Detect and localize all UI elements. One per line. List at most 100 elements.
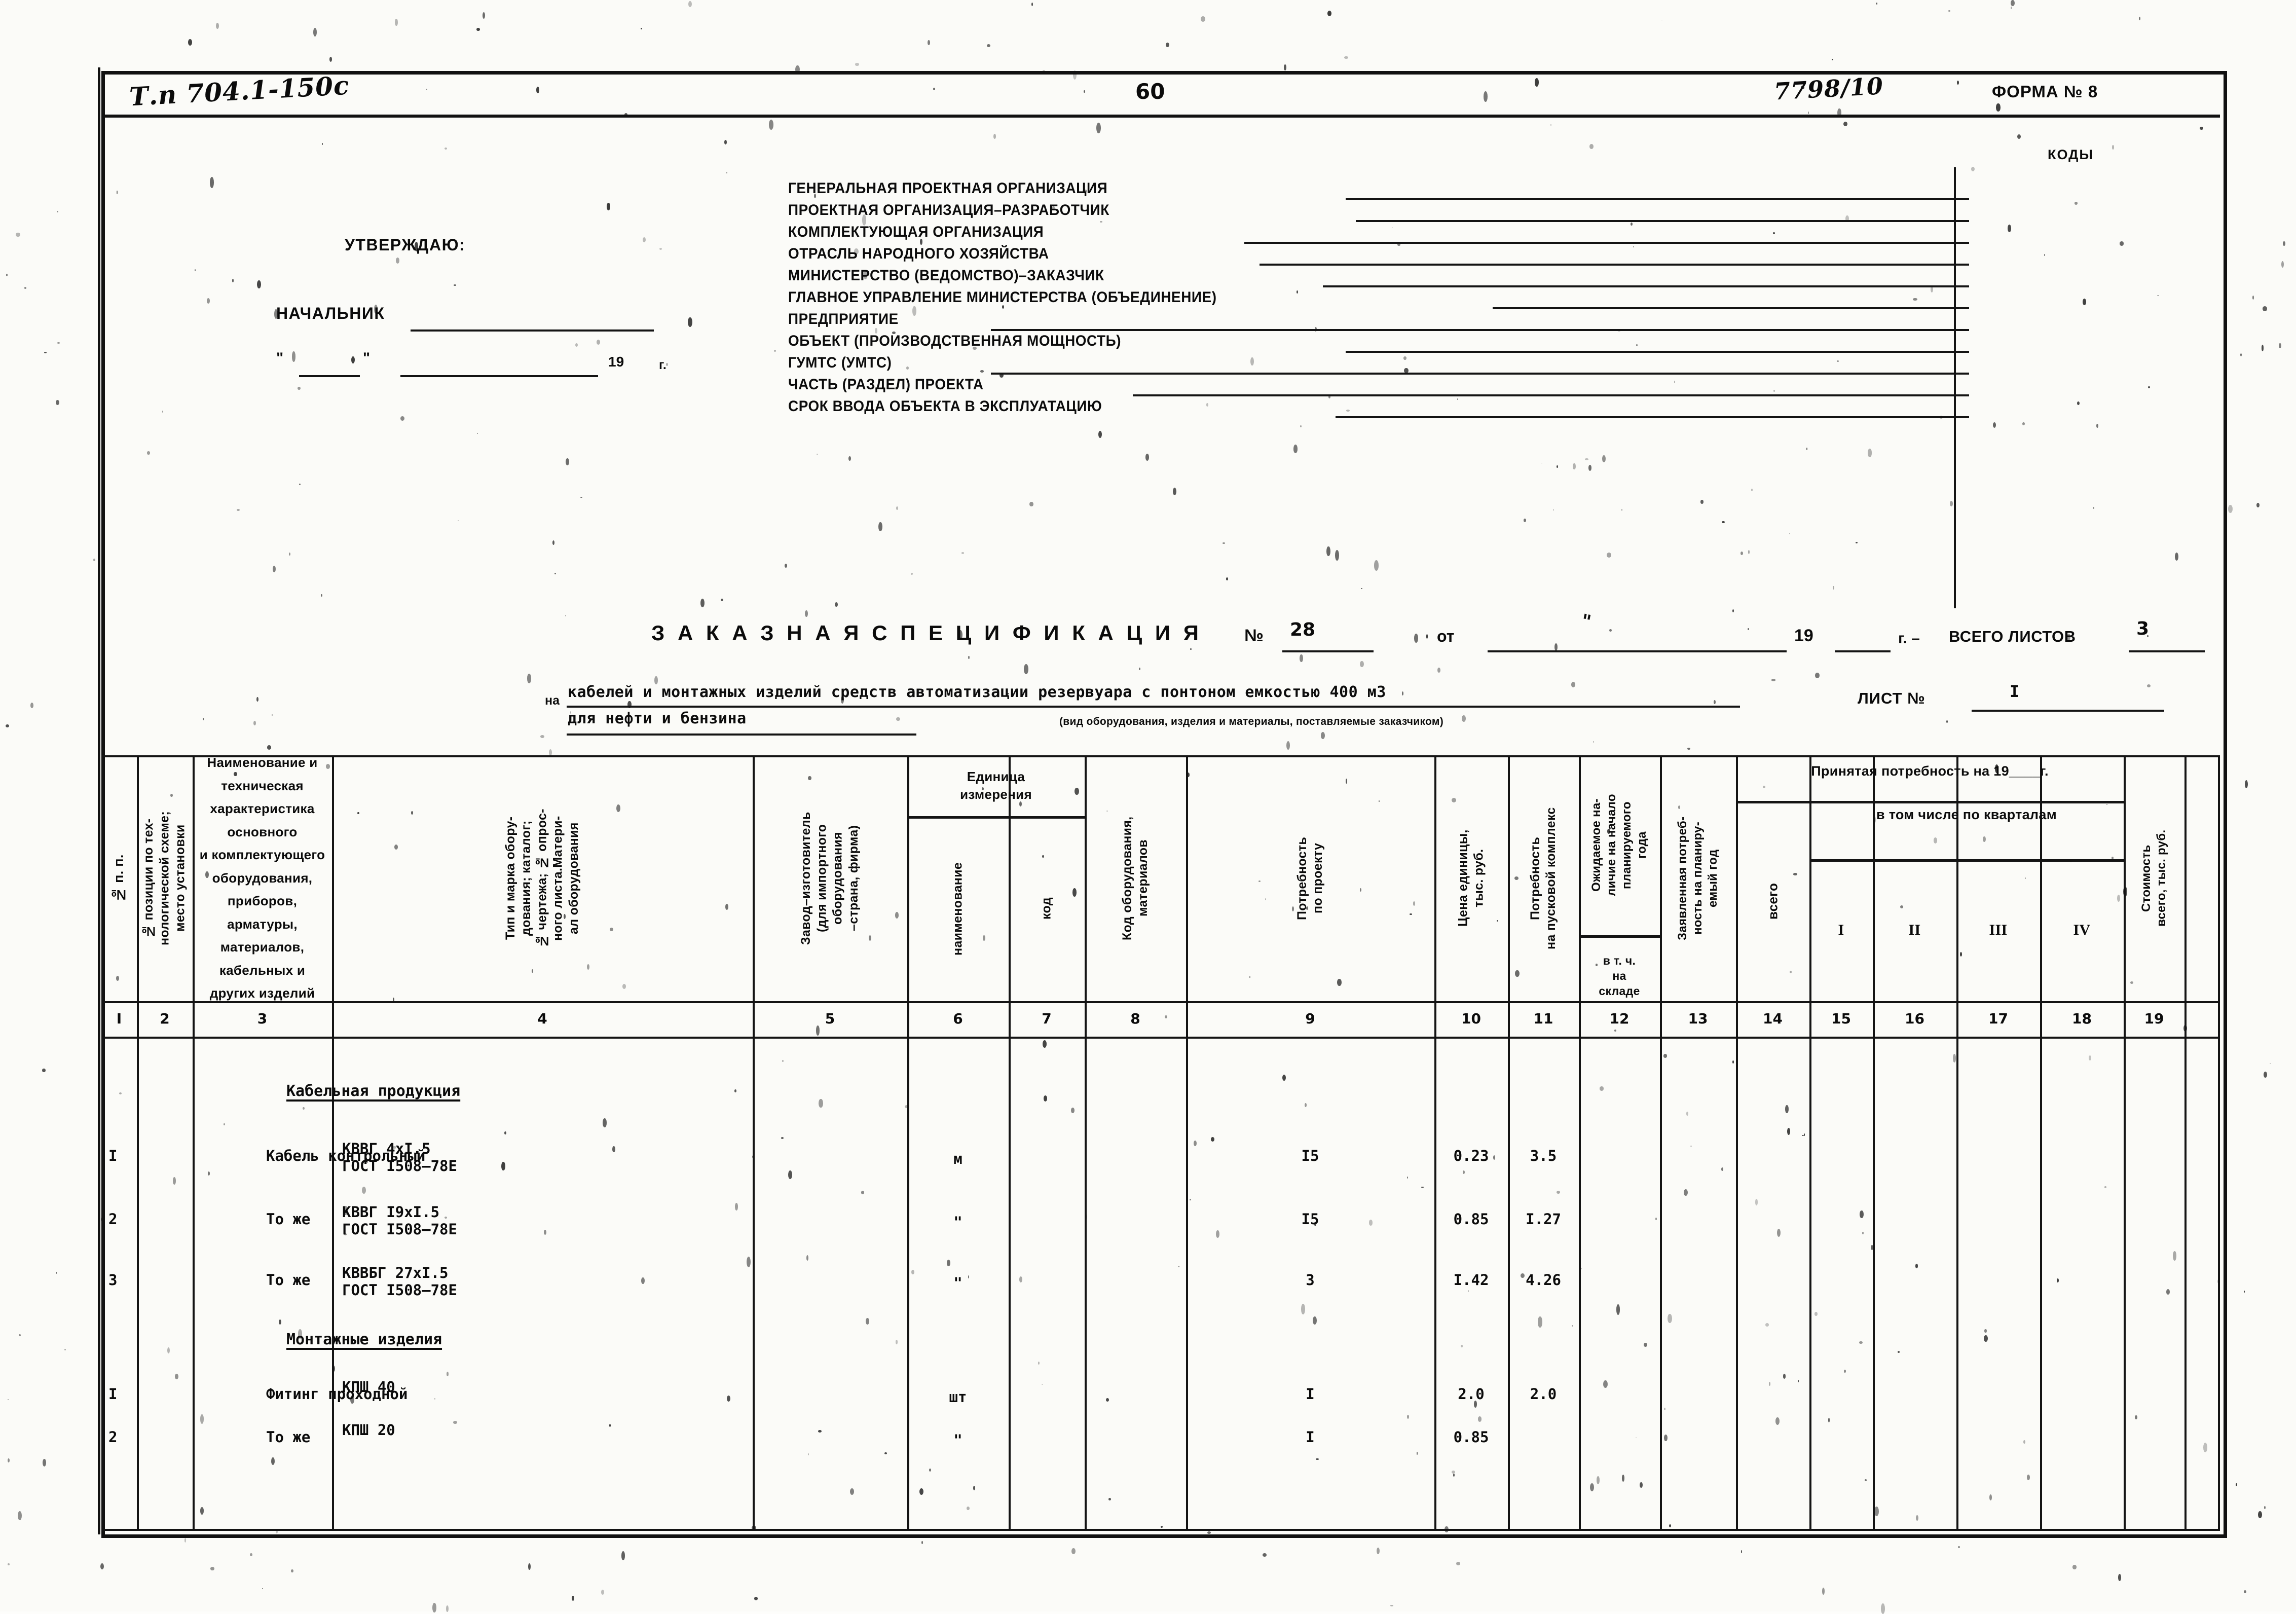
table-column-number: 19 xyxy=(2144,1010,2164,1027)
sheet-number-value: I xyxy=(2010,682,2020,701)
org-field-input-line[interactable] xyxy=(991,329,1969,331)
spec-year-line[interactable] xyxy=(1835,650,1891,652)
table-row-divider xyxy=(101,1529,2220,1531)
org-field-label: ПРОЕКТНАЯ ОРГАНИЗАЦИЯ–РАЗРАБОТЧИК xyxy=(788,202,1109,218)
org-field-label: МИНИСТЕРСТВО (ВЕДОМСТВО)–ЗАКАЗЧИК xyxy=(788,267,1104,284)
table-group-heading: Кабельная продукция xyxy=(286,1082,461,1100)
table-cell-unit-price: I.42 xyxy=(1453,1271,1489,1289)
spec-number-value: 28 xyxy=(1290,619,1316,640)
table-column-number: 3 xyxy=(257,1010,268,1027)
table-column-number: 16 xyxy=(1905,1010,1924,1027)
table-cell-name: То же xyxy=(266,1428,311,1446)
table-header-unit-group: Единица измерения xyxy=(960,769,1032,802)
org-field-input-line[interactable] xyxy=(1346,198,1969,200)
org-field-input-line[interactable] xyxy=(1260,264,1969,266)
table-column-divider xyxy=(753,755,755,1531)
table-column-number: 12 xyxy=(1609,1010,1630,1027)
table-header-quarters-group: в том числе по кварталам xyxy=(1876,807,2057,822)
table-cell-unit-price: 2.0 xyxy=(1458,1385,1485,1403)
org-field-input-line[interactable] xyxy=(1323,285,1969,287)
total-sheets-label: ВСЕГО ЛИСТОВ xyxy=(1949,628,2076,645)
org-field-input-line[interactable] xyxy=(1493,307,1969,309)
c12-sub-divider xyxy=(1579,935,1660,938)
org-field-label: ПРЕДПРИЯТИЕ xyxy=(788,311,899,327)
specification-table: № п. п. № позиции по тех- нологической сх… xyxy=(101,755,2220,1531)
table-column-divider xyxy=(1956,755,1958,1531)
table-cell-startup-demand: 4.26 xyxy=(1526,1271,1561,1289)
org-field-input-line[interactable] xyxy=(1133,394,1969,396)
spec-year-prefix: 19 xyxy=(1794,626,1813,645)
table-header-c10: Цена единицы, тыс. руб. xyxy=(1456,829,1486,927)
chief-signature-line[interactable] xyxy=(411,329,654,332)
page-title: З А К А З Н А Я С П Е Ц И Ф И К А Ц И Я xyxy=(651,621,1202,645)
table-row-divider xyxy=(101,1037,2220,1039)
table-column-divider xyxy=(1434,755,1436,1531)
org-field-row: ГУМТС (УМТС) xyxy=(788,354,1969,376)
sheet-number-label: ЛИСТ № xyxy=(1858,689,1925,707)
org-field-input-line[interactable] xyxy=(1336,416,1969,418)
table-column-number: 15 xyxy=(1831,1010,1851,1027)
org-field-row: ОБЪЕКТ (ПРОИЗВОДСТВЕННАЯ МОЩНОСТЬ) xyxy=(788,333,1969,354)
table-column-number: 11 xyxy=(1533,1010,1553,1027)
org-field-label: ОТРАСЛЬ НАРОДНОГО ХОЗЯЙСТВА xyxy=(788,245,1049,262)
table-cell-demand: I5 xyxy=(1301,1210,1319,1228)
table-cell-unit-price: 0.85 xyxy=(1453,1428,1489,1446)
table-column-divider xyxy=(1186,755,1188,1531)
table-cell-unit: " xyxy=(953,1432,962,1449)
org-field-row: ГЛАВНОЕ УПРАВЛЕНИЕ МИНИСТЕРСТВА (ОБЪЕДИН… xyxy=(788,289,1969,311)
table-header-c19: Стоимость всего, тыс. руб. xyxy=(2139,829,2168,927)
table-cell-unit-price: 0.23 xyxy=(1453,1147,1489,1164)
org-field-label: ЧАСТЬ (РАЗДЕЛ) ПРОЕКТА xyxy=(788,376,984,393)
org-field-row: ЧАСТЬ (РАЗДЕЛ) ПРОЕКТА xyxy=(788,376,1969,398)
spec-date-line[interactable] xyxy=(1488,650,1787,652)
table-cell-row-number: 3 xyxy=(108,1271,118,1289)
spec-number-label: № xyxy=(1244,626,1264,645)
spec-ot-label: от xyxy=(1437,627,1455,645)
org-field-label: ГУМТС (УМТС) xyxy=(788,354,892,371)
org-field-row: КОМПЛЕКТУЮЩАЯ ОРГАНИЗАЦИЯ xyxy=(788,224,1969,245)
total-sheets-line[interactable] xyxy=(2129,650,2205,652)
table-cell-type-line1: КВВБГ 27хI.5 xyxy=(342,1264,449,1281)
description-line-1: кабелей и монтажных изделий средств авто… xyxy=(568,683,1386,701)
description-rule-2 xyxy=(567,733,916,736)
org-field-row: ПРОЕКТНАЯ ОРГАНИЗАЦИЯ–РАЗРАБОТЧИК xyxy=(788,202,1969,224)
document-number: 7798/10 xyxy=(1773,72,1884,105)
table-cell-demand: I5 xyxy=(1301,1147,1319,1164)
chief-label: НАЧАЛЬНИК xyxy=(276,304,385,322)
org-field-label: ГЕНЕРАЛЬНАЯ ПРОЕКТНАЯ ОРГАНИЗАЦИЯ xyxy=(788,180,1108,197)
table-column-divider xyxy=(1579,755,1581,1531)
table-cell-type-line2: ГОСТ I508–78E xyxy=(342,1221,457,1238)
table-header-c12: Ожидаемое на- личие на начало планируемо… xyxy=(1589,794,1649,897)
table-column-number: 14 xyxy=(1763,1010,1783,1027)
table-header-c14: всего xyxy=(1765,883,1781,920)
quote-open: " xyxy=(276,350,284,366)
table-header-c15: I xyxy=(1838,921,1844,938)
org-field-input-line[interactable] xyxy=(1346,351,1969,353)
org-field-row: МИНИСТЕРСТВО (ВЕДОМСТВО)–ЗАКАЗЧИК xyxy=(788,267,1969,289)
page-number: 60 xyxy=(1135,79,1165,104)
sheet-number-line[interactable] xyxy=(1972,710,2164,712)
table-cell-demand: I xyxy=(1306,1428,1315,1446)
approval-date-row: " " xyxy=(276,350,370,367)
table-column-divider xyxy=(137,755,139,1531)
table-column-divider xyxy=(1873,755,1875,1531)
approval-month-line[interactable] xyxy=(400,375,598,377)
table-column-divider xyxy=(1009,755,1011,1531)
table-cell-row-number: 2 xyxy=(108,1428,118,1446)
org-field-label: ГЛАВНОЕ УПРАВЛЕНИЕ МИНИСТЕРСТВА (ОБЪЕДИН… xyxy=(788,289,1217,306)
org-field-row: ПРЕДПРИЯТИЕ xyxy=(788,311,1969,333)
org-field-label: ОБЪЕКТ (ПРОИЗВОДСТВЕННАЯ МОЩНОСТЬ) xyxy=(788,333,1122,349)
table-edge xyxy=(101,755,103,1531)
table-header-c7: код xyxy=(1039,897,1054,920)
table-column-number: 5 xyxy=(825,1010,835,1027)
table-header-c11: Потребность на пусковой комплекс xyxy=(1528,807,1558,949)
approval-day-line[interactable] xyxy=(299,375,360,377)
table-cell-row-number: 2 xyxy=(108,1210,118,1228)
org-field-input-line[interactable] xyxy=(1356,220,1969,222)
org-field-input-line[interactable] xyxy=(1244,242,1969,244)
spec-number-line[interactable] xyxy=(1282,650,1374,652)
table-cell-demand: 3 xyxy=(1306,1271,1315,1289)
table-cell-startup-demand: I.27 xyxy=(1526,1210,1561,1228)
org-field-input-line[interactable] xyxy=(991,373,1969,375)
table-cell-name: То же xyxy=(266,1210,311,1228)
